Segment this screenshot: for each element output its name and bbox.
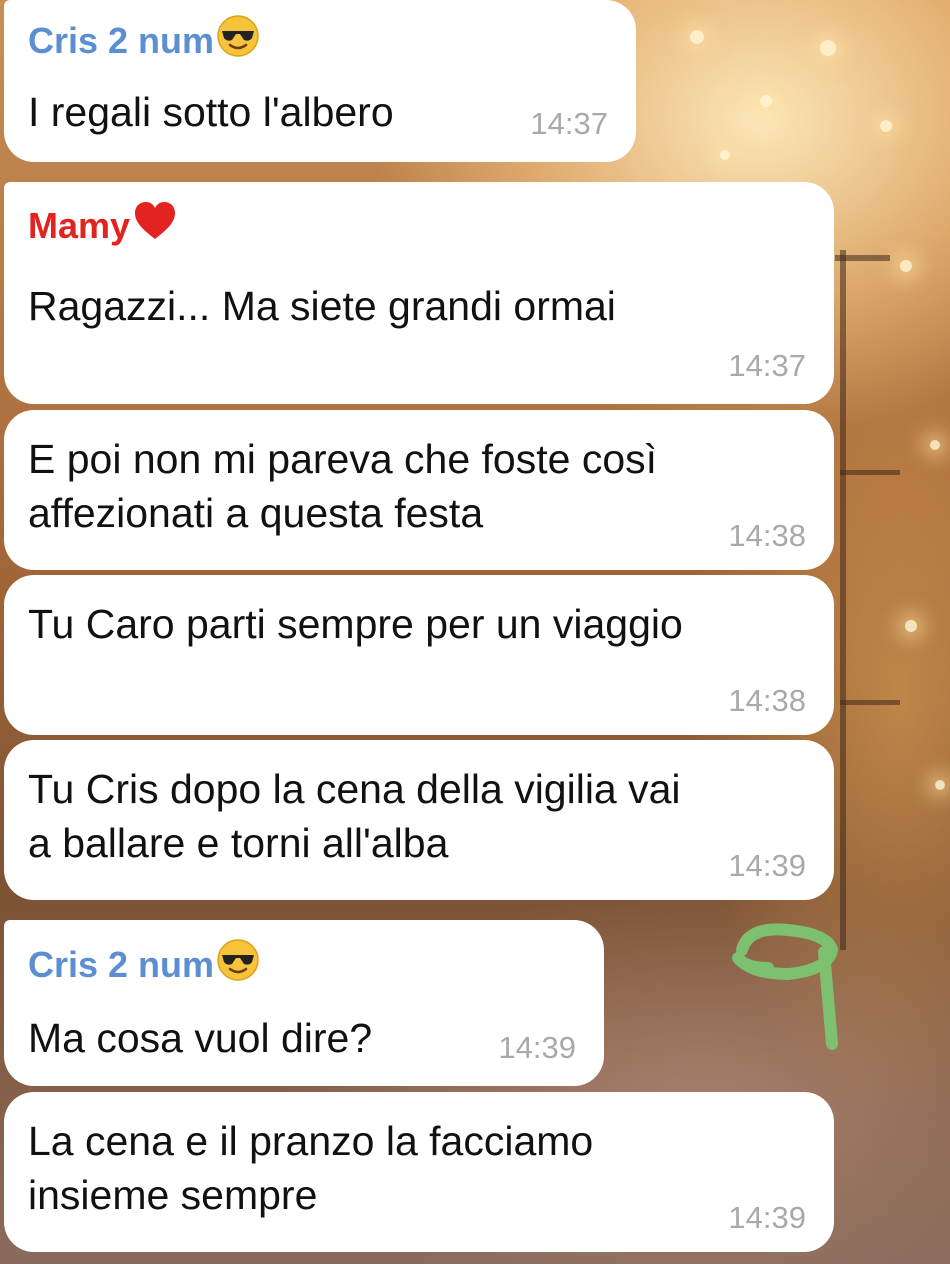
message-text: Tu Caro parti sempre per un viaggio	[28, 601, 683, 647]
message-text: Ma cosa vuol dire?	[28, 1015, 373, 1061]
message-text: I regali sotto l'albero	[28, 89, 394, 135]
message-bubble[interactable]: Cris 2 num I regali sotto l'albero 14:37	[4, 0, 636, 162]
sunglasses-emoji-icon	[216, 938, 260, 991]
sunglasses-emoji-icon	[216, 14, 260, 67]
message-time: 14:38	[728, 683, 806, 718]
message-text: Tu Cris dopo la cena della vigilia vai a…	[28, 766, 681, 866]
message-bubble[interactable]: E poi non mi pareva che foste così affez…	[4, 410, 834, 570]
handwritten-green-mark-icon	[732, 923, 838, 1050]
sender-name[interactable]: Cris 2 num	[28, 938, 578, 991]
message-time: 14:39	[498, 1030, 576, 1065]
message-bubble[interactable]: Cris 2 num Ma cosa vuol dire? 14:39	[4, 920, 604, 1086]
sender-name[interactable]: Cris 2 num	[28, 14, 610, 67]
message-time: 14:39	[728, 848, 806, 883]
message-bubble[interactable]: Tu Caro parti sempre per un viaggio 14:3…	[4, 575, 834, 735]
message-time: 14:37	[530, 106, 608, 141]
message-time: 14:37	[728, 348, 806, 383]
sender-name[interactable]: Mamy	[28, 198, 808, 253]
message-bubble[interactable]: Tu Cris dopo la cena della vigilia vai a…	[4, 740, 834, 900]
message-time: 14:38	[728, 518, 806, 553]
message-bubble[interactable]: Mamy Ragazzi... Ma siete grandi ormai 14…	[4, 182, 834, 404]
message-text: Ragazzi... Ma siete grandi ormai	[28, 283, 616, 329]
message-bubble[interactable]: La cena e il pranzo la facciamo insieme …	[4, 1092, 834, 1252]
message-text: La cena e il pranzo la facciamo insieme …	[28, 1118, 594, 1218]
message-time: 14:39	[728, 1200, 806, 1235]
red-heart-emoji-icon	[132, 198, 178, 253]
message-text: E poi non mi pareva che foste così affez…	[28, 436, 658, 536]
